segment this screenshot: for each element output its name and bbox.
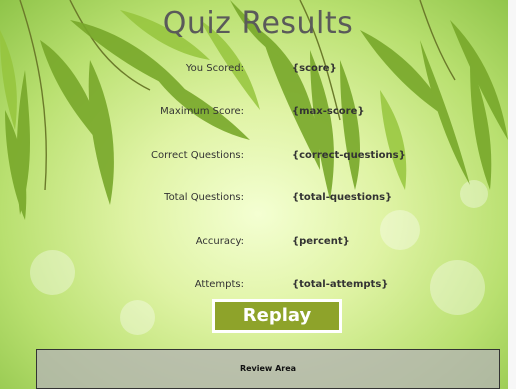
page-title: Quiz Results <box>162 6 354 41</box>
result-label: Maximum Score: <box>160 106 244 117</box>
result-label: You Scored: <box>185 63 244 74</box>
result-value: {percent} <box>292 236 350 247</box>
result-row-score: You Scored: {score} <box>0 63 516 79</box>
result-label: Total Questions: <box>164 192 244 203</box>
replay-button[interactable]: Replay <box>212 299 342 333</box>
result-value: {max-score} <box>292 106 365 117</box>
result-label: Accuracy: <box>195 236 244 247</box>
result-row-attempts: Attempts: {total-attempts} <box>0 279 516 295</box>
result-value: {total-questions} <box>292 192 393 203</box>
review-area-title: Review Area <box>239 364 297 373</box>
quiz-results-slide: Quiz Results You Scored: {score} Maximum… <box>0 0 516 389</box>
result-row-accuracy: Accuracy: {percent} <box>0 236 516 252</box>
bokeh-light <box>120 300 155 335</box>
result-label: Attempts: <box>194 279 244 290</box>
result-value: {score} <box>292 63 337 74</box>
result-value: {total-attempts} <box>292 279 389 290</box>
result-row-max-score: Maximum Score: {max-score} <box>0 106 516 122</box>
result-row-total-questions: Total Questions: {total-questions} <box>0 192 516 208</box>
result-row-correct-questions: Correct Questions: {correct-questions} <box>0 150 516 166</box>
review-area: Review Area <box>36 349 500 389</box>
result-value: {correct-questions} <box>292 150 406 161</box>
result-label: Correct Questions: <box>151 150 244 161</box>
